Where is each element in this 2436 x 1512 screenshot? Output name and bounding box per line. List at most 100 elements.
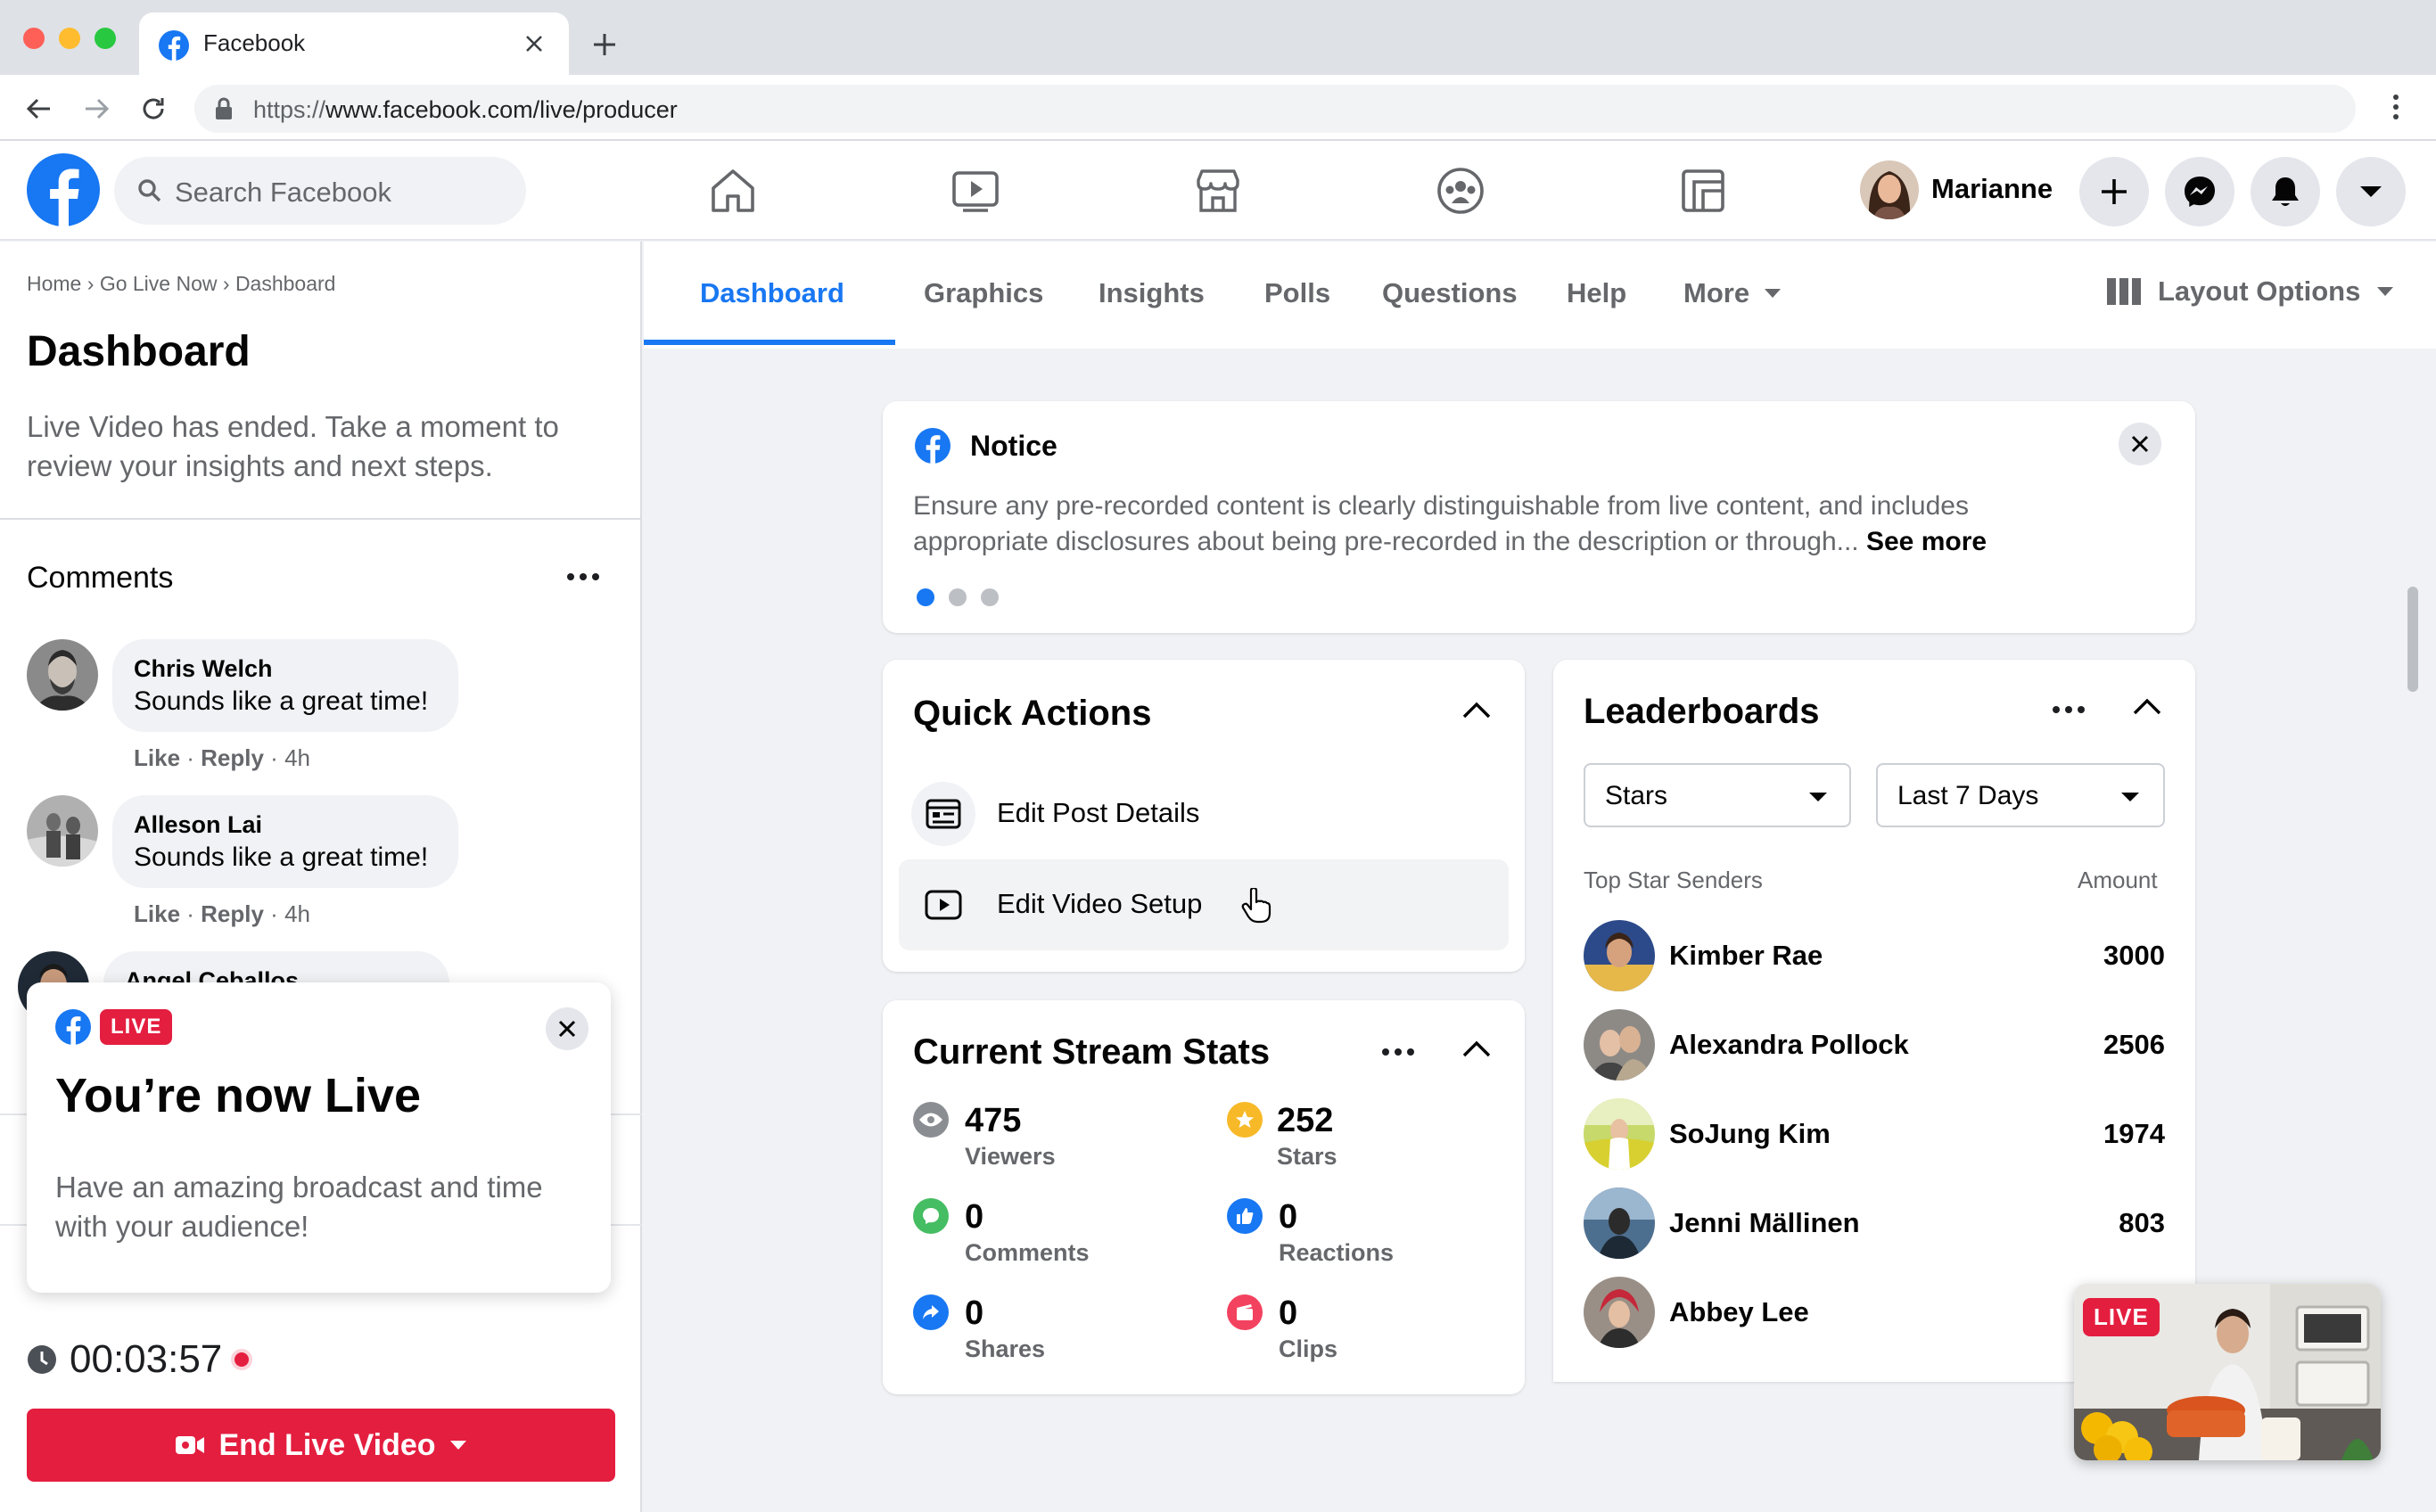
page-dot[interactable] <box>981 588 999 606</box>
sender-name: SoJung Kim <box>1669 1118 1831 1149</box>
see-more-link[interactable]: See more <box>1866 527 1987 556</box>
live-popup: LIVE You’re now Live Have an amazing bro… <box>27 982 611 1293</box>
columns-icon <box>2107 278 2141 305</box>
more-icon[interactable] <box>2053 706 2085 713</box>
tab-graphics[interactable]: Graphics <box>924 277 1043 309</box>
messenger-button[interactable] <box>2165 157 2234 226</box>
watch-icon[interactable] <box>949 164 1002 218</box>
leaderboard-type-value: Stars <box>1605 781 1668 810</box>
shares-value: 0 <box>965 1294 984 1332</box>
url-bar[interactable]: https://www.facebook.com/live/producer <box>194 85 2356 133</box>
sender-name: Kimber Rae <box>1669 940 1823 971</box>
chevron-down-icon <box>1809 793 1827 801</box>
leaderboard-range-select[interactable]: Last 7 Days <box>1876 763 2165 827</box>
gaming-icon[interactable] <box>1676 164 1730 218</box>
facebook-logo-icon[interactable] <box>27 153 100 226</box>
clip-icon <box>1227 1294 1263 1330</box>
tab-questions[interactable]: Questions <box>1382 277 1518 309</box>
create-button[interactable] <box>2079 157 2149 226</box>
home-icon[interactable] <box>706 164 760 218</box>
avatar[interactable] <box>27 639 98 711</box>
avatar[interactable] <box>27 795 98 867</box>
account-menu-button[interactable] <box>2336 157 2406 226</box>
clips-label: Clips <box>1279 1335 1338 1362</box>
leaderboard-row[interactable]: SoJung Kim 1974 <box>1584 1098 2165 1170</box>
popup-description: Have an amazing broadcast and time with … <box>55 1171 543 1243</box>
tab-polls[interactable]: Polls <box>1264 277 1330 309</box>
reply-link[interactable]: Reply <box>201 744 264 771</box>
maximize-window-button[interactable] <box>95 28 116 49</box>
end-live-video-button[interactable]: End Live Video <box>27 1409 615 1482</box>
reactions-label: Reactions <box>1279 1239 1395 1266</box>
browser-tab[interactable]: Facebook <box>139 12 569 75</box>
leaderboard-row[interactable]: Alexandra Pollock 2506 <box>1584 1009 2165 1081</box>
search-icon <box>138 179 161 202</box>
live-preview-thumbnail[interactable]: LIVE <box>2074 1284 2381 1460</box>
notice-text: Ensure any pre-recorded content is clear… <box>913 489 2072 560</box>
tab-dashboard[interactable]: Dashboard <box>700 277 844 309</box>
comment-meta: Like · Reply · 4h <box>134 744 310 771</box>
like-link[interactable]: Like <box>134 900 180 927</box>
layout-options-button[interactable]: Layout Options <box>2106 275 2394 308</box>
facebook-topnav: Search Facebook Marianne <box>0 141 2436 241</box>
facebook-favicon-icon <box>159 30 189 61</box>
comment-author[interactable]: Chris Welch <box>134 655 437 683</box>
marketplace-icon[interactable] <box>1191 164 1245 218</box>
notice-close-button[interactable] <box>2119 423 2161 465</box>
comments-more-icon[interactable] <box>567 573 599 580</box>
comment-bubble: Alleson Lai Sounds like a great time! <box>112 795 458 888</box>
minimize-window-button[interactable] <box>59 28 80 49</box>
reactions-value: 0 <box>1279 1198 1298 1236</box>
notifications-button[interactable] <box>2251 157 2320 226</box>
edit-post-details-button[interactable]: Edit Post Details <box>899 768 1509 859</box>
like-link[interactable]: Like <box>134 744 180 771</box>
tab-help[interactable]: Help <box>1567 277 1626 309</box>
comment-author[interactable]: Alleson Lai <box>134 811 437 839</box>
chevron-up-icon[interactable] <box>1459 692 1494 727</box>
back-icon[interactable] <box>25 94 53 123</box>
breadcrumb-current: Dashboard <box>235 272 336 295</box>
leaderboard-row[interactable]: Jenni Mällinen 803 <box>1584 1187 2165 1259</box>
breadcrumb-go-live[interactable]: Go Live Now <box>100 272 218 295</box>
chevron-down-icon <box>1765 289 1782 298</box>
edit-video-setup-button[interactable]: Edit Video Setup <box>899 859 1509 950</box>
breadcrumb-home[interactable]: Home <box>27 272 81 295</box>
search-box[interactable]: Search Facebook <box>114 157 526 225</box>
chevron-down-icon <box>2377 287 2394 296</box>
groups-icon[interactable] <box>1434 164 1487 218</box>
timer-value: 00:03:57 <box>70 1337 223 1381</box>
more-icon[interactable] <box>1382 1048 1414 1056</box>
chevron-up-icon[interactable] <box>1459 1031 1494 1066</box>
forward-icon[interactable] <box>82 94 111 123</box>
close-icon <box>558 1020 576 1038</box>
stars-label: Stars <box>1277 1143 1337 1170</box>
page-dot[interactable] <box>949 588 967 606</box>
sender-amount: 3000 <box>2103 940 2165 971</box>
share-icon <box>913 1294 949 1330</box>
close-icon[interactable] <box>524 34 544 53</box>
stars-value: 252 <box>1277 1102 1334 1139</box>
plus-icon[interactable] <box>592 32 617 57</box>
browser-tabbar: Facebook <box>0 0 2436 75</box>
close-window-button[interactable] <box>23 28 45 49</box>
facebook-logo-icon <box>55 1009 91 1045</box>
browser-menu-icon[interactable] <box>2393 94 2399 119</box>
scrollbar-thumb[interactable] <box>2407 587 2418 692</box>
page-dot-active[interactable] <box>917 588 934 606</box>
comment-text: Sounds like a great time! <box>134 686 429 716</box>
tab-insights[interactable]: Insights <box>1099 277 1205 309</box>
reply-link[interactable]: Reply <box>201 900 264 927</box>
stream-stats-card: Current Stream Stats 475 Viewers 252 Sta… <box>883 1000 1525 1394</box>
edit-post-details-label: Edit Post Details <box>997 797 1200 828</box>
tab-more[interactable]: More <box>1683 277 1782 309</box>
user-name[interactable]: Marianne <box>1931 173 2053 205</box>
lock-icon <box>216 97 232 119</box>
reload-icon[interactable] <box>139 94 168 123</box>
chevron-up-icon[interactable] <box>2129 688 2165 724</box>
leaderboard-row[interactable]: Kimber Rae 3000 <box>1584 920 2165 991</box>
leaderboards-card: Leaderboards Stars Last 7 Days Top Star … <box>1553 660 2195 1382</box>
eye-icon <box>913 1102 949 1138</box>
user-avatar[interactable] <box>1860 160 1919 219</box>
leaderboard-type-select[interactable]: Stars <box>1584 763 1851 827</box>
popup-close-button[interactable] <box>546 1007 588 1050</box>
